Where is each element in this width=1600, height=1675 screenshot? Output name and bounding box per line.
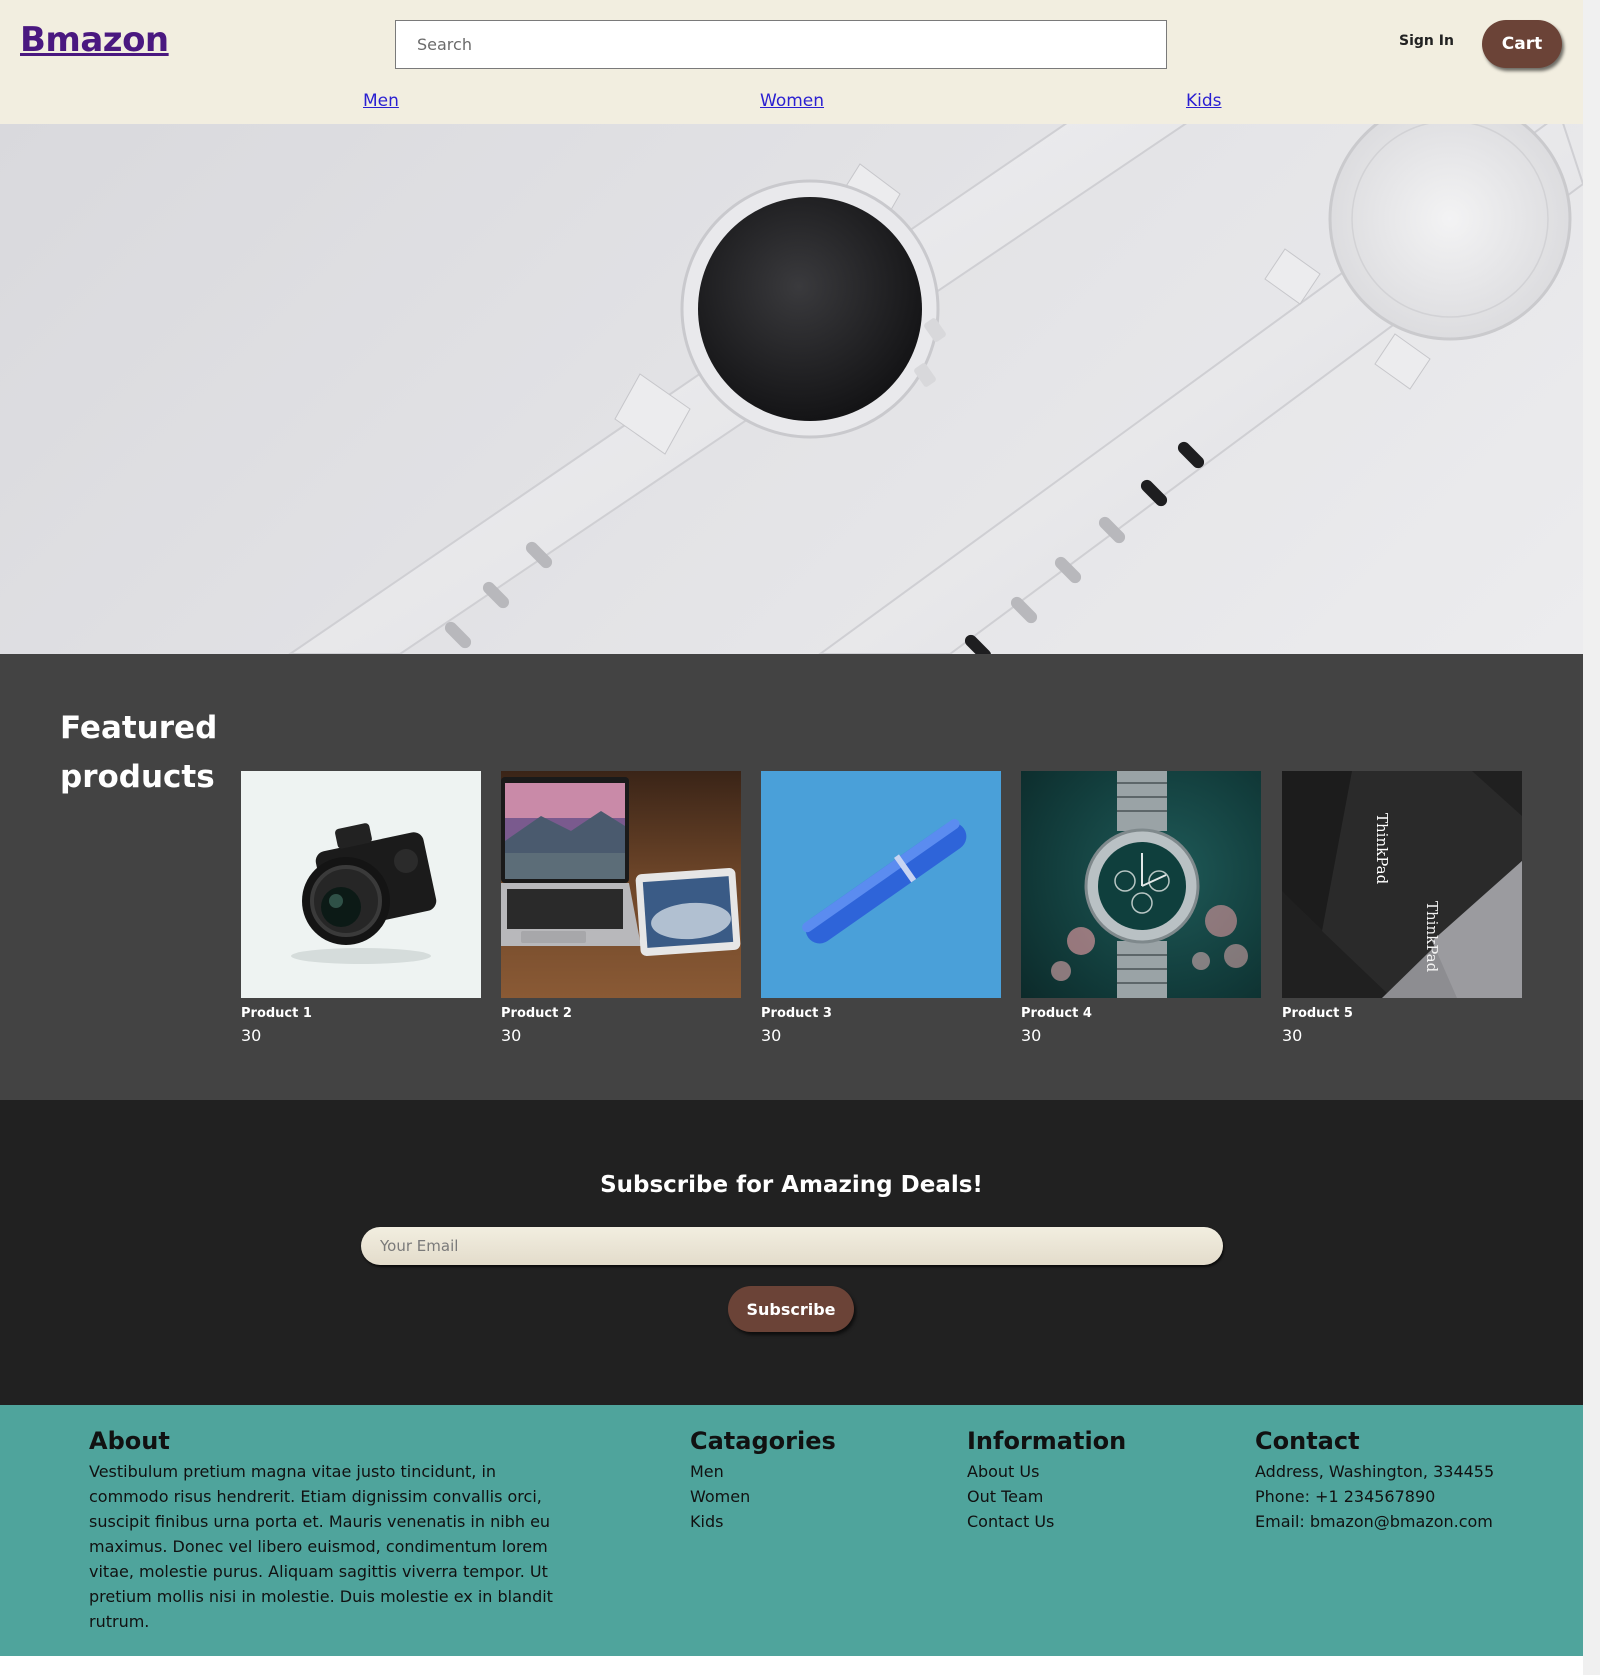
featured-title: Featured products xyxy=(60,710,218,795)
featured-products-section: Featured products Product 1 30 Product 2… xyxy=(0,654,1583,1100)
hero-banner xyxy=(0,124,1583,654)
product-price: 30 xyxy=(501,1026,522,1045)
footer-link-women[interactable]: Women xyxy=(690,1484,836,1509)
camera-photo[interactable] xyxy=(241,771,481,998)
subscribe-title: Subscribe for Amazing Deals! xyxy=(600,1172,983,1198)
site-header: Bmazon Sign In Cart Men Women Kids xyxy=(0,0,1583,124)
smartwatch-banner-image xyxy=(288,124,1583,654)
product-price: 30 xyxy=(761,1026,782,1045)
footer-link-our-team[interactable]: Out Team xyxy=(967,1484,1126,1509)
pen-photo[interactable] xyxy=(761,771,1001,998)
product-card[interactable]: Product 4 30 xyxy=(1021,771,1261,1045)
product-name: Product 3 xyxy=(761,1006,832,1021)
laptop-tablet-photo[interactable] xyxy=(501,771,741,998)
site-footer: About Vestibulum pretium magna vitae jus… xyxy=(0,1405,1583,1656)
footer-about-text: Vestibulum pretium magna vitae justo tin… xyxy=(89,1462,553,1631)
subscribe-section: Subscribe for Amazing Deals! Subscribe xyxy=(0,1100,1583,1405)
footer-categories: Catagories Men Women Kids xyxy=(690,1427,836,1534)
cart-button[interactable]: Cart xyxy=(1482,20,1562,68)
footer-link-about-us[interactable]: About Us xyxy=(967,1459,1126,1484)
scrollbar-track[interactable] xyxy=(1583,0,1600,1675)
product-name: Product 1 xyxy=(241,1006,312,1021)
footer-contact-heading: Contact xyxy=(1255,1427,1360,1455)
footer-about-heading: About xyxy=(89,1427,170,1455)
product-card[interactable]: ThinkPad ThinkPad Product 5 30 xyxy=(1282,771,1522,1045)
footer-information-heading: Information xyxy=(967,1427,1127,1455)
footer-about: About Vestibulum pretium magna vitae jus… xyxy=(89,1427,559,1634)
product-card[interactable]: Product 3 30 xyxy=(761,771,1001,1045)
footer-contact: Contact Address, Washington, 334455 Phon… xyxy=(1255,1427,1494,1534)
footer-phone: Phone: +1 234567890 xyxy=(1255,1487,1436,1506)
product-price: 30 xyxy=(1282,1026,1303,1045)
logo-link[interactable]: Bmazon xyxy=(20,20,169,60)
product-card[interactable]: Product 2 30 xyxy=(501,771,741,1045)
product-name: Product 2 xyxy=(501,1006,572,1021)
search-input[interactable] xyxy=(395,20,1167,69)
footer-email: Email: bmazon@bmazon.com xyxy=(1255,1512,1493,1531)
page: Bmazon Sign In Cart Men Women Kids xyxy=(0,0,1583,1675)
product-price: 30 xyxy=(1021,1026,1042,1045)
footer-categories-heading: Catagories xyxy=(690,1427,836,1455)
thinkpad-label: ThinkPad xyxy=(1373,813,1391,885)
footer-link-men[interactable]: Men xyxy=(690,1459,836,1484)
subscribe-button[interactable]: Subscribe xyxy=(728,1286,854,1332)
thinkpad-photo[interactable]: ThinkPad ThinkPad xyxy=(1282,771,1522,998)
footer-link-contact-us[interactable]: Contact Us xyxy=(967,1509,1126,1534)
product-name: Product 4 xyxy=(1021,1006,1092,1021)
sign-in-button[interactable]: Sign In xyxy=(1399,33,1454,49)
email-field[interactable] xyxy=(361,1227,1223,1265)
nav-link-women[interactable]: Women xyxy=(760,91,824,111)
nav-link-men[interactable]: Men xyxy=(363,91,399,111)
footer-link-kids[interactable]: Kids xyxy=(690,1509,836,1534)
footer-address: Address, Washington, 334455 xyxy=(1255,1462,1495,1481)
thinkpad-label: ThinkPad xyxy=(1423,901,1441,973)
product-price: 30 xyxy=(241,1026,262,1045)
product-card[interactable]: Product 1 30 xyxy=(241,771,481,1045)
product-name: Product 5 xyxy=(1282,1006,1353,1021)
wristwatch-photo[interactable] xyxy=(1021,771,1261,998)
footer-information: Information About Us Out Team Contact Us xyxy=(967,1427,1126,1534)
nav-link-kids[interactable]: Kids xyxy=(1186,91,1222,111)
